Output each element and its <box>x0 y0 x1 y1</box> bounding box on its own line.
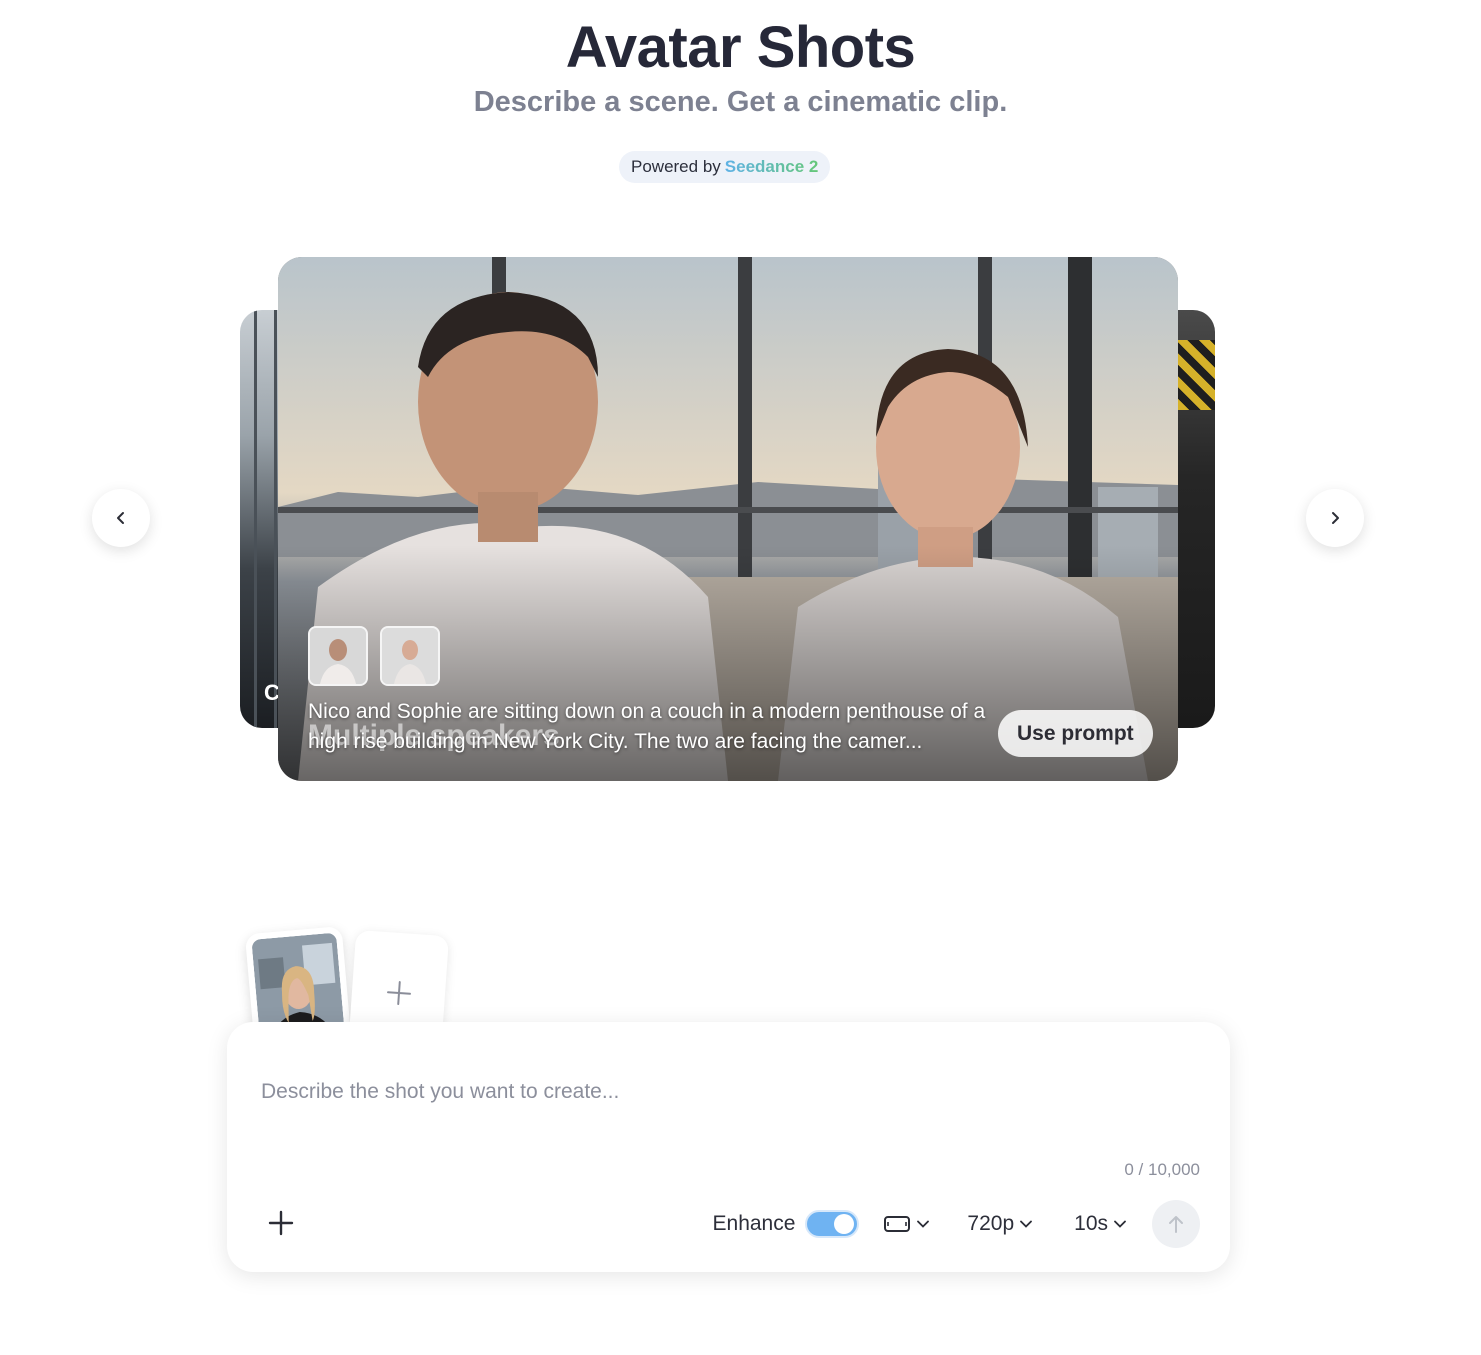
duration-dropdown[interactable]: 10s <box>1074 1212 1126 1236</box>
powered-by-brand: Seedance 2 <box>724 157 819 176</box>
enhance-label: Enhance <box>712 1212 796 1235</box>
resolution-value: 720p <box>967 1212 1015 1235</box>
composer-toolbar: Enhance 720p 10s <box>713 1200 1200 1248</box>
prompt-composer: 0 / 10,000 Enhance 720p 10s <box>227 1022 1230 1272</box>
plus-icon <box>386 981 411 1005</box>
add-reference-button[interactable] <box>265 1208 297 1240</box>
carousel-next-button[interactable] <box>1306 489 1364 547</box>
chevron-left-icon <box>117 512 124 524</box>
card-prompt-caption: Nico and Sophie are sitting down on a co… <box>308 700 986 753</box>
powered-by-badge: Powered by Seedance 2 <box>619 151 831 183</box>
carousel-card-active[interactable]: Multiple speakers Nico and Sophie are si… <box>278 257 1178 781</box>
carousel-prev-button[interactable] <box>92 489 150 547</box>
aspect-ratio-dropdown[interactable] <box>883 1215 930 1233</box>
page-subtitle: Describe a scene. Get a cinematic clip. <box>473 86 1008 118</box>
duration-value: 10s <box>1074 1212 1108 1235</box>
speaker-thumbnails <box>308 626 440 686</box>
chevron-down-icon <box>917 1220 930 1228</box>
send-button[interactable] <box>1152 1200 1200 1248</box>
enhance-toggle[interactable] <box>805 1210 860 1238</box>
landscape-aspect-icon <box>884 1216 911 1232</box>
gym-rack-graphic <box>1178 340 1215 410</box>
chevron-down-icon <box>1114 1220 1126 1228</box>
character-counter: 0 / 10,000 <box>1124 1160 1200 1179</box>
speaker-thumbnail-sophie <box>380 626 440 686</box>
powered-by-prefix: Powered by <box>631 157 721 176</box>
resolution-dropdown[interactable]: 720p <box>967 1212 1033 1236</box>
chevron-right-icon <box>1332 512 1339 524</box>
prompt-input[interactable] <box>261 1074 1161 1110</box>
page-title: Avatar Shots <box>565 15 916 80</box>
window-frame <box>254 310 257 728</box>
use-prompt-button[interactable]: Use prompt <box>998 710 1153 757</box>
arrow-up-icon <box>1169 1216 1183 1233</box>
window-frame <box>274 310 277 728</box>
speaker-thumbnail-nico <box>308 626 368 686</box>
chevron-down-icon <box>1020 1220 1033 1228</box>
toggle-knob <box>834 1214 855 1234</box>
plus-icon <box>268 1210 294 1235</box>
